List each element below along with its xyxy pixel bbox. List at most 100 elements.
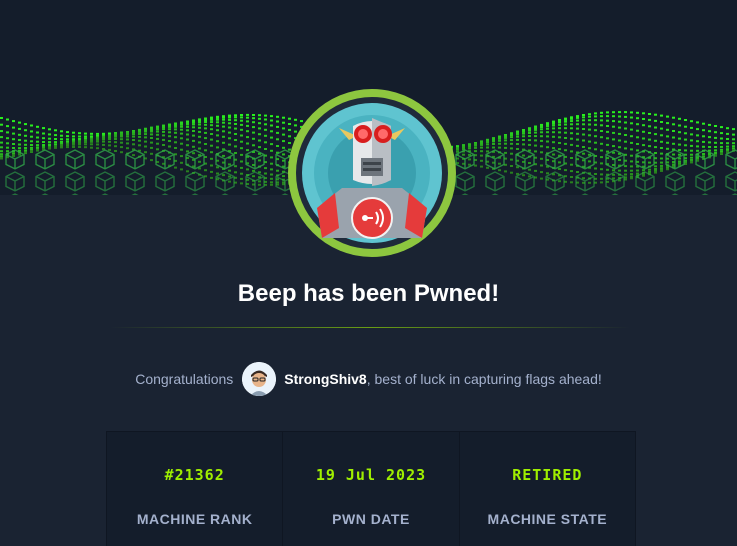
wave-dot [714, 149, 717, 152]
wave-dot [264, 128, 267, 131]
wave-dot [264, 118, 267, 121]
wave-dot [642, 130, 645, 133]
wave-dot [270, 124, 273, 127]
cube-outline [155, 149, 175, 170]
wave-dot [228, 114, 231, 117]
wave-dot [672, 136, 675, 139]
wave-dot [162, 138, 165, 141]
wave-dot [654, 139, 657, 142]
wave-dot [708, 141, 711, 144]
wave-dot [528, 132, 531, 134]
wave-dot [210, 124, 213, 127]
wave-dot [624, 115, 627, 118]
wave-dot [624, 140, 627, 143]
wave-dot [246, 168, 249, 171]
wave-dot [558, 136, 561, 139]
wave-dot [648, 113, 651, 115]
wave-dot [696, 145, 699, 148]
wave-dot [600, 124, 603, 127]
wave-dot [546, 125, 549, 128]
wave-dot [108, 144, 111, 147]
pwn-date-label: PWN DATE [332, 511, 410, 527]
wave-dot [648, 145, 651, 148]
wave-dot [84, 132, 87, 135]
cube-outline [455, 171, 475, 192]
cube-outline [611, 193, 619, 195]
wave-dot [726, 127, 729, 130]
wave-dot [720, 142, 723, 145]
wave-dot [630, 141, 633, 144]
wave-dot [606, 137, 609, 140]
wave-dot [258, 127, 261, 130]
wave-dot [714, 125, 717, 127]
wave-dot [210, 133, 213, 135]
wave-dot [216, 140, 219, 143]
wave-dot [54, 129, 57, 132]
wave-dot [78, 146, 81, 148]
wave-dot [582, 152, 585, 155]
wave-dot [480, 165, 483, 168]
wave-dot [588, 147, 591, 150]
wave-dot [138, 130, 141, 133]
wave-dot [642, 118, 645, 120]
wave-dot [576, 119, 579, 122]
wave-dot [240, 182, 243, 185]
wave-dot [240, 172, 243, 175]
wave-dot [702, 153, 705, 155]
wave-dot [36, 149, 39, 152]
wave-dot [612, 111, 615, 114]
wave-dot [270, 149, 273, 152]
cube-outline [635, 149, 655, 170]
wave-dot [132, 133, 135, 136]
wave-dot [108, 148, 111, 151]
wave-dot [150, 128, 153, 131]
wave-dot [78, 143, 81, 146]
wave-dot [24, 123, 27, 126]
wave-dot [90, 146, 93, 149]
wave-dot [522, 139, 525, 141]
wave-dot [24, 129, 27, 132]
wave-dot [228, 180, 231, 183]
wave-dot [246, 130, 249, 133]
wave-dot [0, 117, 3, 119]
wave-dot [612, 169, 615, 172]
wave-dot [126, 133, 129, 136]
wave-dot [618, 120, 621, 123]
wave-dot [546, 172, 549, 175]
title-divider [110, 327, 630, 328]
wave-dot [462, 153, 465, 156]
cube-outline [11, 193, 19, 195]
wave-dot [204, 137, 207, 140]
wave-dot [600, 168, 603, 171]
wave-dot [600, 177, 603, 180]
wave-dot [600, 130, 603, 132]
wave-dot [150, 152, 153, 155]
wave-dot [150, 159, 153, 162]
wave-dot [672, 116, 675, 119]
wave-dot [498, 169, 501, 172]
wave-dot [210, 128, 213, 131]
username-link[interactable]: StrongShiv8 [284, 371, 366, 387]
wave-dot [600, 149, 603, 152]
wave-dot [606, 115, 609, 118]
wave-dot [12, 138, 15, 141]
cube-outline [575, 171, 595, 192]
wave-dot [678, 131, 681, 134]
wave-dot [702, 122, 705, 125]
wave-dot [582, 146, 585, 148]
cube-outline [71, 193, 79, 195]
wave-dot [222, 116, 225, 119]
wave-dot [66, 135, 69, 138]
wave-dot [528, 139, 531, 142]
cube-outline [101, 193, 109, 195]
wave-dot [240, 166, 243, 169]
wave-dot [180, 155, 183, 158]
wave-dot [270, 183, 273, 186]
wave-dot [594, 135, 597, 138]
wave-dot [144, 133, 147, 136]
wave-dot [48, 143, 51, 146]
cube-outline [161, 193, 169, 195]
wave-dot [210, 151, 213, 154]
user-avatar[interactable] [242, 362, 277, 396]
wave-dot [66, 131, 69, 134]
